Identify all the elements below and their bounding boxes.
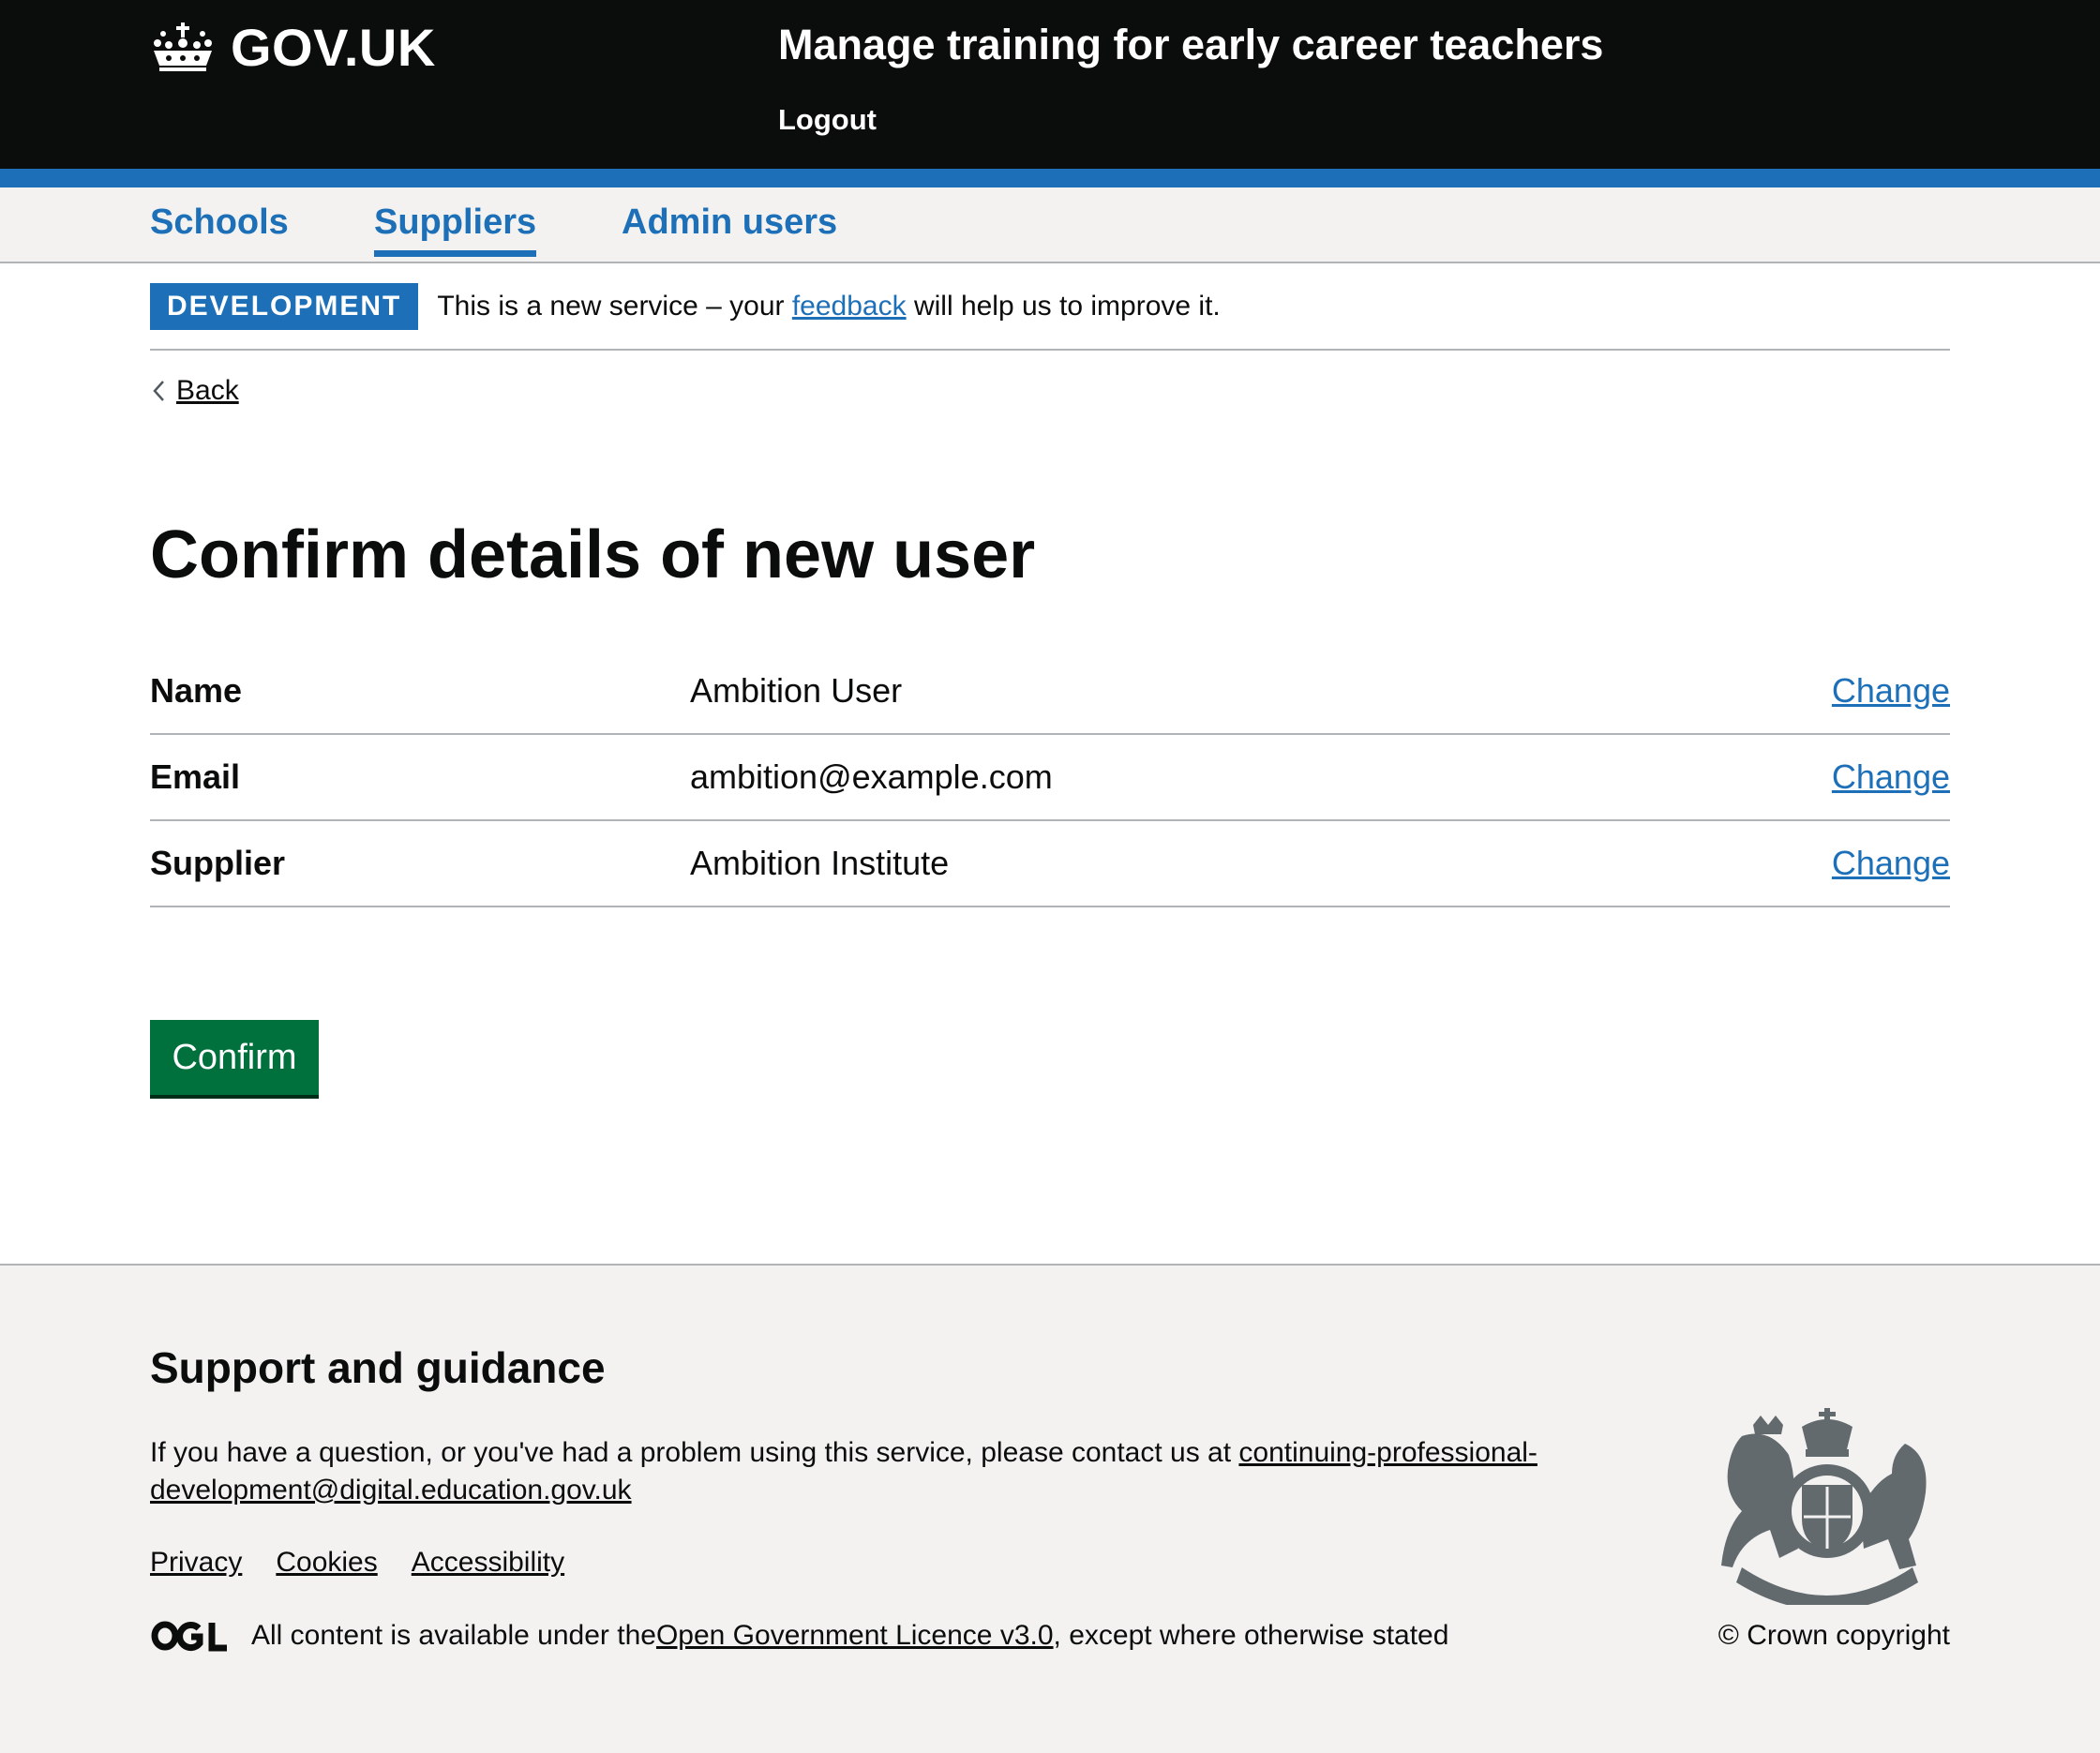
summary-row-name: Name Ambition User Change [150, 649, 1950, 735]
footer-link-privacy[interactable]: Privacy [150, 1547, 242, 1579]
phase-banner: DEVELOPMENT This is a new service – your… [150, 283, 1950, 351]
licence-text-before: All content is available under the [251, 1620, 656, 1651]
change-name-link[interactable]: Change [1832, 671, 1950, 711]
ogl-logo-icon [151, 1621, 227, 1652]
site-footer: Support and guidance If you have a quest… [0, 1264, 2100, 1753]
phase-text-before: This is a new service – your [437, 291, 792, 322]
footer-link-accessibility[interactable]: Accessibility [412, 1547, 564, 1579]
summary-list: Name Ambition User Change Email ambition… [150, 649, 1950, 907]
summary-key: Name [150, 671, 243, 710]
govuk-logo-text: GOV.UK [231, 17, 436, 77]
back-chevron-icon [153, 381, 164, 401]
licence-text-after: , except where otherwise stated [1053, 1620, 1449, 1651]
licence-link[interactable]: Open Government Licence v3.0 [656, 1620, 1054, 1652]
nav-item-schools[interactable]: Schools [150, 202, 289, 250]
phase-text-after: will help us to improve it. [906, 291, 1221, 322]
licence-row: All content is available under the Open … [150, 1620, 1448, 1652]
footer-links: Privacy Cookies Accessibility [150, 1547, 564, 1579]
header-blue-bar [0, 169, 2100, 187]
nav-item-admin-users[interactable]: Admin users [622, 202, 837, 250]
summary-key: Email [150, 757, 241, 796]
govuk-logo-link[interactable]: GOV.UK [150, 17, 436, 77]
nav-item-suppliers[interactable]: Suppliers [374, 202, 537, 257]
phase-banner-text: This is a new service – your feedback wi… [437, 283, 1220, 330]
site-header: GOV.UK Manage training for early career … [0, 0, 2100, 169]
summary-value: ambition@example.com [690, 757, 1053, 796]
service-name-link[interactable]: Manage training for early career teacher… [778, 21, 1603, 69]
page-title: Confirm details of new user [150, 517, 1036, 592]
support-text: If you have a question, or you've had a … [150, 1437, 1239, 1468]
change-email-link[interactable]: Change [1832, 757, 1950, 797]
summary-key: Supplier [150, 844, 286, 882]
back-link-label: Back [176, 375, 239, 406]
summary-value: Ambition User [690, 671, 903, 710]
crown-icon [154, 22, 212, 71]
logout-link[interactable]: Logout [778, 103, 877, 137]
footer-support-text: If you have a question, or you've had a … [150, 1434, 1594, 1509]
crown-copyright-link[interactable]: © Crown copyright [1718, 1620, 1950, 1651]
back-link[interactable]: Back [150, 375, 239, 407]
footer-heading: Support and guidance [150, 1343, 606, 1392]
summary-row-email: Email ambition@example.com Change [150, 735, 1950, 821]
feedback-link[interactable]: feedback [792, 291, 907, 322]
confirm-button[interactable]: Confirm [150, 1020, 319, 1095]
change-supplier-link[interactable]: Change [1832, 844, 1950, 883]
summary-value: Ambition Institute [690, 844, 950, 882]
primary-navigation: Schools Suppliers Admin users [0, 187, 2100, 263]
phase-tag: DEVELOPMENT [150, 283, 419, 330]
crown-copyright: © Crown copyright [1718, 1620, 1950, 1652]
summary-row-supplier: Supplier Ambition Institute Change [150, 821, 1950, 907]
royal-coat-of-arms-icon [1721, 1408, 1927, 1605]
footer-link-cookies[interactable]: Cookies [276, 1547, 377, 1579]
